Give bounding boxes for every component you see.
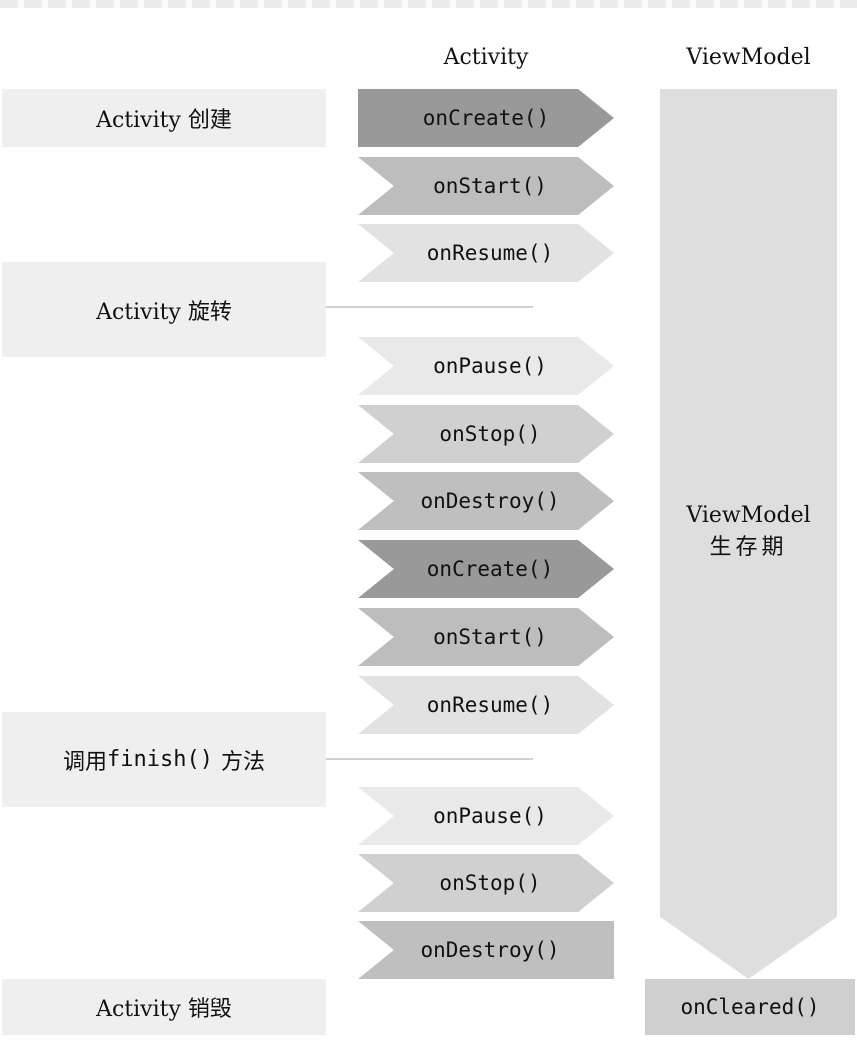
activity-lifecycle-column: onCreate() onStart() onResume() onPause() on… [358, 89, 614, 979]
event-call-finish: 调用 finish() 方法 [2, 712, 326, 807]
lifecycle-step-7: onCreate() [358, 540, 614, 598]
event-activity-destroy-label: Activity 销毁 [96, 997, 232, 1022]
lifecycle-step-label: onStop() [439, 422, 541, 446]
lifecycle-step-10: onPause() [358, 787, 614, 845]
lifecycle-step-label: onPause() [433, 804, 547, 828]
lifecycle-step-label: onCreate() [422, 106, 550, 130]
viewmodel-lifetime-title: ViewModel [686, 503, 811, 528]
lifecycle-step-9: onResume() [358, 676, 614, 734]
event-call-finish-code: finish() [107, 747, 213, 772]
viewmodel-lifetime-subtitle: 生存期 [709, 535, 788, 560]
lifecycle-step-11: onStop() [358, 854, 614, 912]
lifecycle-step-label: onResume() [426, 241, 554, 265]
lifecycle-step-label: onStop() [439, 871, 541, 895]
top-strip [0, 0, 857, 8]
on-cleared-label: onCleared() [680, 995, 820, 1019]
viewmodel-lifetime-label: ViewModel 生存期 [660, 500, 837, 564]
lifecycle-step-label: onPause() [433, 354, 547, 378]
lifecycle-step-label: onCreate() [426, 557, 554, 581]
lifecycle-step-label: onStart() [433, 625, 547, 649]
event-activity-create-label: Activity 创建 [96, 108, 232, 133]
lifecycle-step-label: onStart() [433, 174, 547, 198]
activity-column-header: Activity [443, 45, 529, 70]
event-call-finish-prefix: 调用 [63, 749, 108, 775]
lifecycle-step-8: onStart() [358, 608, 614, 666]
lifecycle-step-3: onResume() [358, 224, 614, 282]
event-activity-destroy: Activity 销毁 [2, 979, 326, 1035]
event-call-finish-suffix: 方法 [220, 749, 265, 775]
lifecycle-step-label: onDestroy() [420, 938, 560, 962]
on-cleared-box: onCleared() [645, 979, 855, 1035]
viewmodel-column-header: ViewModel [686, 45, 811, 70]
lifecycle-step-label: onDestroy() [420, 489, 560, 513]
lifecycle-step-label: onResume() [426, 693, 554, 717]
lifecycle-step-2: onStart() [358, 157, 614, 215]
lifecycle-step-1: onCreate() [358, 89, 614, 147]
lifecycle-step-4: onPause() [358, 337, 614, 395]
lifecycle-step-12: onDestroy() [358, 921, 614, 979]
lifecycle-step-5: onStop() [358, 405, 614, 463]
event-activity-rotate-label: Activity 旋转 [96, 299, 232, 325]
event-activity-create: Activity 创建 [2, 89, 326, 147]
lifecycle-step-6: onDestroy() [358, 472, 614, 530]
event-activity-rotate: Activity 旋转 [2, 262, 326, 357]
